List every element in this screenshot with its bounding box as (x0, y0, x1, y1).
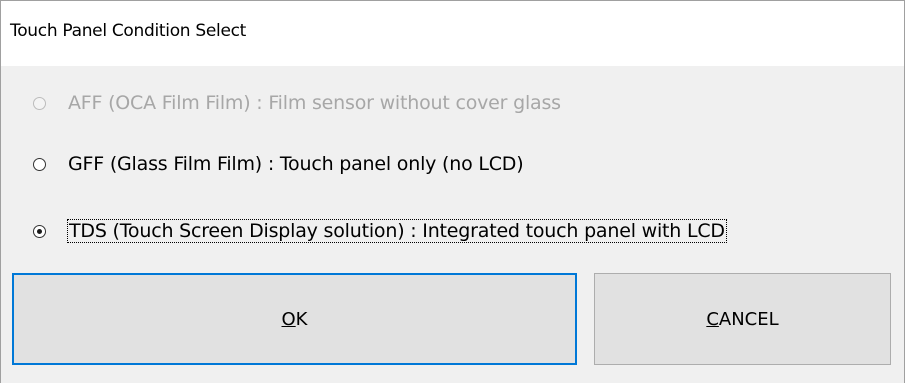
radio-button-gff[interactable] (33, 157, 46, 171)
radio-button-aff (33, 96, 46, 110)
ok-button-mnemonic: O (281, 308, 296, 330)
radio-option-aff: AFF (OCA Film Film) : Film sensor withou… (33, 92, 561, 114)
radio-button-tds[interactable] (33, 224, 46, 238)
cancel-button[interactable]: C ANCEL (594, 273, 891, 365)
dialog-title: Touch Panel Condition Select (10, 21, 247, 41)
cancel-button-mnemonic: C (706, 308, 719, 330)
radio-label-gff[interactable]: GFF (Glass Film Film) : Touch panel only… (68, 153, 524, 175)
ok-button[interactable]: OK (12, 273, 577, 365)
radio-option-tds[interactable]: TDS (Touch Screen Display solution) : In… (33, 219, 727, 243)
radio-selected-dot (37, 228, 42, 234)
radio-label-aff: AFF (OCA Film Film) : Film sensor withou… (68, 92, 561, 114)
ok-button-label: K (295, 308, 308, 330)
title-bar: Touch Panel Condition Select (1, 1, 904, 66)
radio-label-tds[interactable]: TDS (Touch Screen Display solution) : In… (67, 219, 727, 243)
touch-panel-dialog: Touch Panel Condition Select AFF (OCA Fi… (0, 0, 905, 383)
radio-option-gff[interactable]: GFF (Glass Film Film) : Touch panel only… (33, 153, 524, 175)
cancel-button-label: ANCEL (718, 308, 779, 330)
